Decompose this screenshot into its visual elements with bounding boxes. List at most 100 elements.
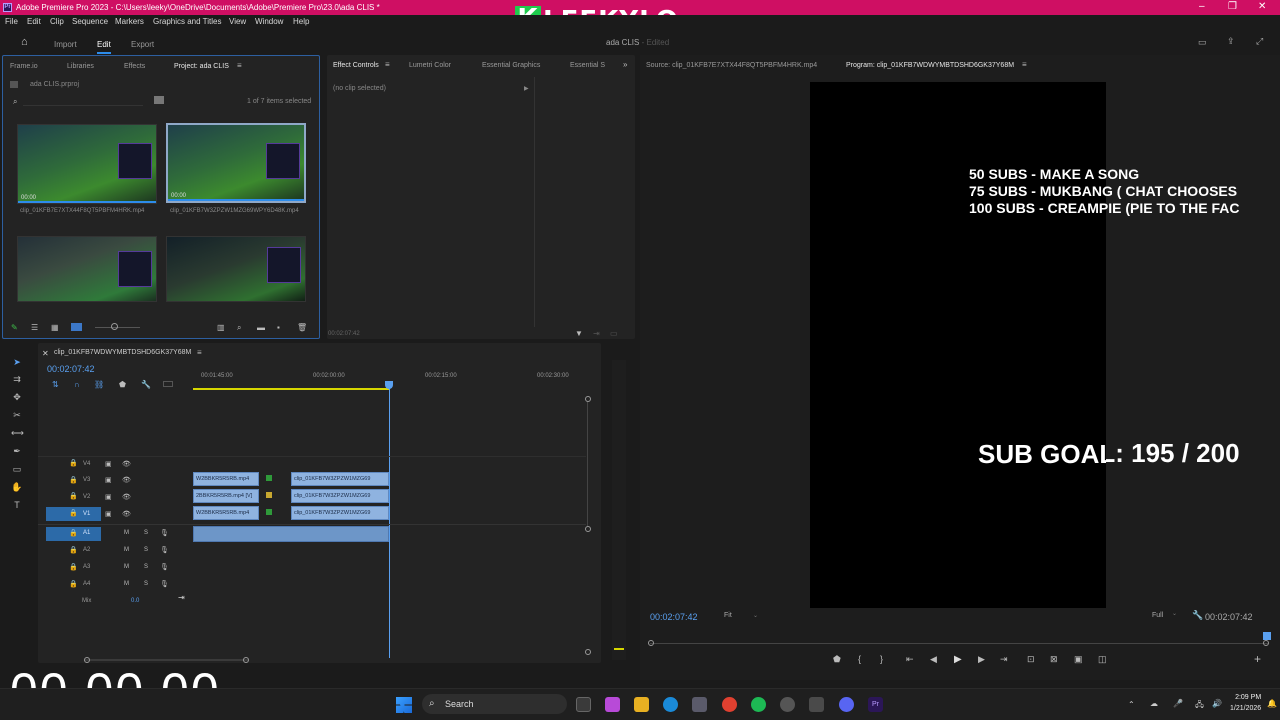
clip-thumbnail[interactable]: 00:00 <box>17 124 157 204</box>
wrench-icon[interactable]: 🔧 <box>1192 610 1203 621</box>
track-label-v4[interactable]: V4 <box>83 461 90 467</box>
track-label-a4[interactable]: A4 <box>83 581 90 587</box>
go-to-end-icon[interactable]: ⇥ <box>178 593 185 602</box>
timeline-timecode[interactable]: 00:02:07:42 <box>47 364 95 374</box>
tab-effects[interactable]: Effects <box>124 63 145 70</box>
mute-icon[interactable]: M <box>124 530 129 536</box>
microphone-icon[interactable]: 🎙 <box>160 580 169 588</box>
eye-icon[interactable]: 👁 <box>122 476 131 484</box>
new-item-icon[interactable]: ▪ <box>277 323 280 332</box>
track-label-v3[interactable]: V3 <box>83 477 90 483</box>
taskbar-search[interactable]: ⌕ Search <box>422 694 567 714</box>
zoom-slider-handle[interactable] <box>111 323 118 330</box>
timeline-clip[interactable]: W2BBKR5R5RB.mp4 <box>193 506 259 520</box>
track-label-a1[interactable]: A1 <box>83 530 90 536</box>
in-handle[interactable] <box>648 640 654 646</box>
nav-edit[interactable]: Edit <box>97 40 111 54</box>
play-icon[interactable]: ▶ <box>954 654 962 665</box>
fit-dropdown[interactable]: Fit <box>724 612 732 619</box>
nest-icon[interactable]: ⇅ <box>52 380 59 389</box>
nav-export[interactable]: Export <box>131 40 154 49</box>
menu-edit[interactable]: Edit <box>27 17 41 26</box>
mix-value[interactable]: 0.0 <box>131 598 139 604</box>
pen-icon[interactable]: ✒ <box>11 446 23 458</box>
lock-icon[interactable]: 🔒 <box>69 580 78 588</box>
find-icon[interactable]: ⌕ <box>237 323 241 333</box>
tab-project[interactable]: Project: ada CLIS <box>174 63 229 70</box>
menu-sequence[interactable]: Sequence <box>72 17 108 26</box>
rectangle-icon[interactable]: ▭ <box>11 464 23 476</box>
lift-icon[interactable]: ⊡ <box>1027 654 1035 665</box>
discord-icon[interactable] <box>839 697 854 712</box>
track-select-icon[interactable]: ⇉ <box>11 374 23 386</box>
new-bin-icon[interactable]: ▬ <box>257 323 265 332</box>
step-forward-icon[interactable]: ▶ <box>978 654 985 665</box>
sync-lock-icon[interactable]: ▣ <box>105 460 112 468</box>
tab-essential-graphics[interactable]: Essential Graphics <box>482 62 540 69</box>
snap-icon[interactable]: ∩ <box>74 380 80 389</box>
list-view-icon[interactable]: ☰ <box>31 323 38 332</box>
eye-icon[interactable]: 👁 <box>122 510 131 518</box>
selection-tool-icon[interactable]: ➤ <box>11 357 23 369</box>
horizontal-scrollbar[interactable] <box>85 659 248 661</box>
lock-icon[interactable]: 🔒 <box>69 459 78 467</box>
tab-frameio[interactable]: Frame.io <box>10 63 38 70</box>
lock-icon[interactable]: 🔒 <box>69 492 78 500</box>
menu-clip[interactable]: Clip <box>50 17 64 26</box>
captions-icon[interactable] <box>163 381 173 387</box>
project-search-input[interactable] <box>23 97 143 106</box>
copilot-icon[interactable] <box>605 697 620 712</box>
camera-icon[interactable]: ▣ <box>1074 654 1083 665</box>
tab-program[interactable]: Program: clip_01KFB7WDWYMBTDSHD6GK37Y68M <box>846 62 1014 69</box>
menu-help[interactable]: Help <box>293 17 309 26</box>
panel-menu-icon[interactable]: ≡ <box>197 348 202 357</box>
menu-window[interactable]: Window <box>255 17 283 26</box>
menu-file[interactable]: File <box>5 17 18 26</box>
solo-icon[interactable]: S <box>144 547 148 553</box>
clip-thumbnail[interactable] <box>166 236 306 302</box>
new-bin-icon[interactable] <box>154 96 164 104</box>
step-back-icon[interactable]: ◀ <box>930 654 937 665</box>
microphone-icon[interactable]: 🎙 <box>160 546 169 554</box>
tab-libraries[interactable]: Libraries <box>67 63 94 70</box>
solo-icon[interactable]: S <box>144 581 148 587</box>
slip-icon[interactable]: ⟷ <box>11 428 24 440</box>
freeform-view-icon[interactable] <box>71 323 82 331</box>
close-icon[interactable]: ✕ <box>1258 1 1266 12</box>
menu-graphics[interactable]: Graphics and Titles <box>153 17 221 26</box>
windows-start-icon[interactable] <box>396 697 412 713</box>
mute-icon[interactable]: M <box>124 581 129 587</box>
timeline-clip[interactable]: clip_01KFB7W3ZPZW1MZG69 <box>291 506 389 520</box>
track-label-a3[interactable]: A3 <box>83 564 90 570</box>
minimize-icon[interactable]: – <box>1199 1 1205 12</box>
scroll-handle[interactable] <box>585 649 591 655</box>
cloud-icon[interactable]: ☁ <box>1150 699 1158 708</box>
home-icon[interactable]: ⌂ <box>21 36 28 48</box>
linked-selection-icon[interactable]: ⛓ <box>94 380 104 389</box>
vertical-scrollbar[interactable] <box>587 402 588 526</box>
chevron-up-icon[interactable]: ⌃ <box>1128 700 1135 709</box>
search-icon[interactable]: ⌕ <box>13 97 17 107</box>
menu-view[interactable]: View <box>229 17 246 26</box>
taskbar-clock[interactable]: 2:09 PM 1/21/2026 <box>1230 692 1261 714</box>
hand-icon[interactable]: ✋ <box>11 482 23 494</box>
nav-import[interactable]: Import <box>54 40 77 49</box>
eye-icon[interactable]: 👁 <box>122 460 131 468</box>
add-marker-icon[interactable]: ⬟ <box>833 654 841 665</box>
panel-menu-icon[interactable]: ≡ <box>237 61 242 70</box>
sync-lock-icon[interactable]: ▣ <box>105 476 112 484</box>
store-icon[interactable] <box>692 697 707 712</box>
obs-icon[interactable] <box>780 697 795 712</box>
work-area-bar[interactable] <box>193 388 390 390</box>
more-tabs-icon[interactable]: » <box>623 60 627 69</box>
sync-lock-icon[interactable]: ▣ <box>105 493 112 501</box>
lock-icon[interactable]: 🔒 <box>69 509 78 517</box>
mute-icon[interactable]: M <box>124 547 129 553</box>
icon-view-icon[interactable]: ▦ <box>51 323 59 332</box>
razor-icon[interactable]: ✂ <box>11 410 23 422</box>
track-label-v2[interactable]: V2 <box>83 494 90 500</box>
scroll-handle[interactable] <box>585 396 591 402</box>
mark-in-icon[interactable]: { <box>858 654 861 664</box>
timeline-clip[interactable]: W2BBKR5R5RB.mp4 <box>193 472 259 486</box>
lock-icon[interactable]: 🔒 <box>69 546 78 554</box>
